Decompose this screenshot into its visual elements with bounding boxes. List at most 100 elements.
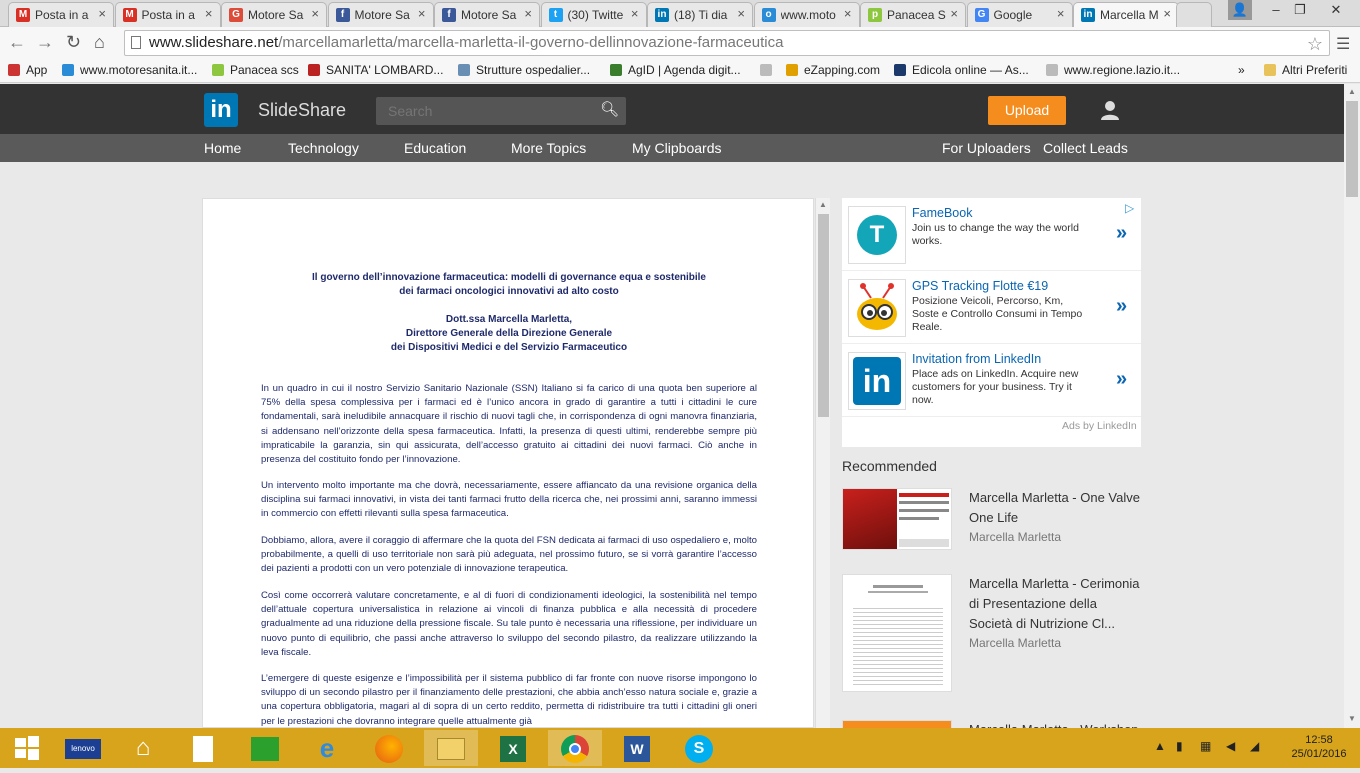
nav-my-clipboards[interactable]: My Clipboards — [632, 140, 721, 156]
profile-icon[interactable]: 👤 — [1228, 0, 1252, 20]
browser-tab[interactable]: G Google × — [966, 2, 1073, 27]
close-tab-icon[interactable]: × — [1057, 6, 1065, 21]
bookmarks-overflow[interactable]: » — [1238, 63, 1245, 77]
close-tab-icon[interactable]: × — [524, 6, 532, 21]
forward-icon[interactable]: → — [36, 32, 54, 53]
scroll-up-icon[interactable]: ▲ — [819, 200, 827, 209]
chrome-icon[interactable] — [548, 730, 602, 766]
page-scrollbar-thumb[interactable] — [1346, 101, 1358, 197]
recommended-title[interactable]: Marcella Marletta - Workshop — [969, 720, 1141, 728]
bookmark-item[interactable]: eZapping.com — [786, 63, 880, 77]
close-tab-icon[interactable]: × — [1163, 6, 1171, 21]
recommended-author[interactable]: Marcella Marletta — [969, 636, 1061, 650]
ad-item[interactable]: in Invitation from LinkedIn Place ads on… — [842, 344, 1141, 417]
document-viewer[interactable]: Il governo dell’innovazione farmaceutica… — [202, 198, 814, 728]
nav-technology[interactable]: Technology — [288, 140, 359, 156]
bookmark-item[interactable]: www.regione.lazio.it... — [1046, 63, 1180, 77]
address-bar[interactable]: www.slideshare.net/marcellamarletta/marc… — [124, 30, 1330, 56]
search-icon[interactable]: 🔍︎ — [600, 100, 619, 118]
volume-icon[interactable]: ◀ — [1226, 739, 1235, 753]
nav-more-topics[interactable]: More Topics — [511, 140, 586, 156]
tray-expand-icon[interactable]: ▲ — [1154, 739, 1166, 753]
nav-education[interactable]: Education — [404, 140, 466, 156]
brand-name[interactable]: SlideShare — [258, 100, 346, 121]
battery-icon[interactable]: ▮ — [1176, 739, 1183, 753]
back-icon[interactable]: ← — [8, 32, 26, 53]
slide-thumbnail[interactable] — [842, 574, 952, 692]
reload-icon[interactable]: ↻ — [66, 32, 81, 53]
slide-thumbnail[interactable] — [842, 488, 952, 550]
browser-tab[interactable]: G Motore Sa × — [221, 2, 327, 27]
browser-tab[interactable]: f Motore Sa × — [327, 2, 434, 27]
close-tab-icon[interactable]: × — [631, 6, 639, 21]
bookmark-other-folder[interactable]: Altri Preferiti — [1264, 63, 1347, 77]
file-explorer-icon[interactable] — [424, 730, 478, 766]
scroll-up-icon[interactable]: ▲ — [1348, 87, 1356, 96]
document-scrollbar-thumb[interactable] — [818, 214, 829, 417]
network-icon[interactable]: ▦ — [1200, 739, 1211, 753]
browser-tab[interactable]: t (30) Twitte × — [540, 2, 647, 27]
ad-arrow-icon[interactable]: » — [1116, 368, 1127, 391]
close-tab-icon[interactable]: × — [737, 6, 745, 21]
bookmark-item[interactable] — [760, 63, 778, 77]
search-input[interactable] — [376, 97, 626, 125]
close-tab-icon[interactable]: × — [205, 6, 213, 21]
ad-item[interactable]: GPS Tracking Flotte €19 Posizione Veicol… — [842, 271, 1141, 344]
ad-title[interactable]: Invitation from LinkedIn — [912, 352, 1041, 366]
wifi-icon[interactable]: ◢ — [1250, 739, 1259, 753]
recommended-item[interactable]: Marcella Marletta - Workshop — [842, 718, 1141, 728]
ad-title[interactable]: FameBook — [912, 206, 972, 220]
close-tab-icon[interactable]: × — [311, 6, 319, 21]
scroll-down-icon[interactable]: ▼ — [1348, 714, 1356, 723]
skype-icon[interactable]: S — [672, 730, 726, 766]
bookmark-item[interactable]: Edicola online — As... — [894, 63, 1029, 77]
bookmark-item[interactable]: Strutture ospedalier... — [458, 63, 590, 77]
close-tab-icon[interactable]: × — [418, 6, 426, 21]
home-icon[interactable]: ⌂ — [116, 730, 170, 766]
browser-tab[interactable]: o www.moto × — [753, 2, 860, 27]
browser-tab[interactable]: M Posta in a × — [8, 2, 114, 27]
nav-home[interactable]: Home — [204, 140, 241, 156]
bookmark-item[interactable]: App — [8, 63, 47, 77]
page-scrollbar[interactable]: ▲ ▼ — [1344, 84, 1360, 728]
nav-for-uploaders[interactable]: For Uploaders — [942, 140, 1031, 156]
recommended-title[interactable]: Marcella Marletta - Cerimonia di Present… — [969, 574, 1141, 634]
file-icon[interactable] — [176, 730, 230, 766]
bookmark-item[interactable]: AgID | Agenda digit... — [610, 63, 741, 77]
ad-item[interactable]: T FameBook Join us to change the way the… — [842, 198, 1141, 271]
windows-start-icon[interactable] — [0, 730, 54, 766]
word-icon[interactable]: W — [610, 730, 664, 766]
bookmark-item[interactable]: Panacea scs — [212, 63, 299, 77]
slide-thumbnail[interactable] — [842, 720, 952, 728]
browser-tab[interactable]: M Posta in a × — [114, 2, 221, 27]
excel-icon[interactable]: X — [486, 730, 540, 766]
recommended-author[interactable]: Marcella Marletta — [969, 530, 1061, 544]
ads-by-linkedin[interactable]: Ads by LinkedIn — [1062, 420, 1137, 432]
user-icon[interactable] — [1099, 99, 1121, 121]
browser-tab[interactable]: p Panacea S × — [860, 2, 966, 27]
lenovo-icon[interactable]: lenovo — [56, 730, 110, 766]
close-window-icon[interactable]: ✕ — [1316, 0, 1356, 20]
restore-icon[interactable]: ❐ — [1288, 0, 1312, 20]
upload-button[interactable]: Upload — [988, 96, 1066, 125]
store-icon[interactable] — [238, 730, 292, 766]
browser-tab[interactable]: in (18) Ti dia × — [647, 2, 753, 27]
recommended-item[interactable]: Marcella Marletta - Cerimonia di Present… — [842, 574, 1141, 694]
bookmark-item[interactable]: www.motoresanita.it... — [62, 63, 197, 77]
firefox-icon[interactable] — [362, 730, 416, 766]
minimize-icon[interactable]: – — [1264, 0, 1288, 20]
system-clock[interactable]: 12:58 25/01/2016 — [1282, 733, 1356, 761]
ad-arrow-icon[interactable]: » — [1116, 295, 1127, 318]
linkedin-logo-icon[interactable]: in — [204, 93, 238, 127]
ad-title[interactable]: GPS Tracking Flotte €19 — [912, 279, 1048, 293]
close-tab-icon[interactable]: × — [844, 6, 852, 21]
home-icon[interactable]: ⌂ — [94, 32, 105, 53]
recommended-title[interactable]: Marcella Marletta - One Valve One Life — [969, 488, 1141, 528]
close-tab-icon[interactable]: × — [950, 6, 958, 21]
document-scrollbar[interactable]: ▲ — [815, 198, 830, 728]
bookmark-star-icon[interactable]: ☆ — [1307, 32, 1323, 56]
close-tab-icon[interactable]: × — [98, 6, 106, 21]
recommended-item[interactable]: Marcella Marletta - One Valve One Life M… — [842, 488, 1141, 558]
bookmark-item[interactable]: SANITA' LOMBARD... — [308, 63, 443, 77]
browser-tab[interactable]: in Marcella M × — [1073, 2, 1179, 28]
